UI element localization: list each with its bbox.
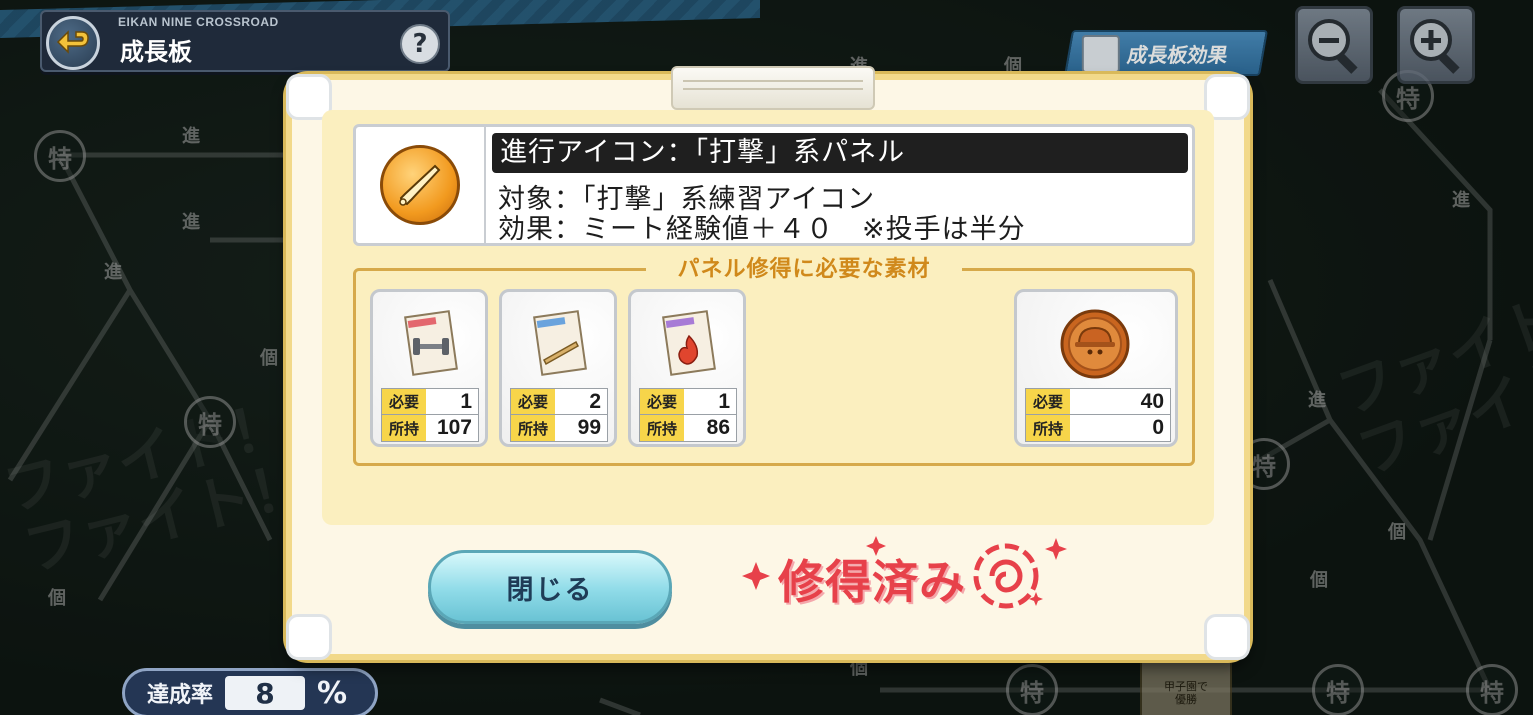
achievement-rate-unit: %: [317, 675, 348, 711]
material-card[interactable]: 必要 1 所持 86: [628, 289, 746, 447]
achievement-rate-label: 達成率: [147, 683, 214, 708]
training-fire-icon: [662, 310, 716, 376]
required-label: 必要: [640, 389, 684, 414]
page-title: 成長板: [120, 38, 192, 66]
zoom-in-button[interactable]: [1397, 6, 1475, 84]
header-bar: EIKAN NINE CROSSROAD 成長板 ?: [40, 10, 450, 72]
close-button[interactable]: 閉じる: [428, 550, 672, 624]
bat-shape-icon: [399, 164, 441, 206]
material-card[interactable]: 必要 2 所持 99: [499, 289, 617, 447]
owned-count: 0: [1070, 415, 1170, 441]
required-count: 1: [426, 389, 478, 414]
training-dumbbell-icon: [404, 310, 458, 376]
material-count-table: 必要 1 所持 86: [639, 388, 737, 442]
acquired-status-text: 修得済み: [778, 555, 966, 609]
panel-effect-text: 効果：ミート経験値＋４０ ※投手は半分: [498, 214, 1026, 245]
owned-label: 所持: [511, 415, 555, 441]
materials-heading: パネル修得に必要な素材: [646, 251, 962, 283]
header-subtitle: EIKAN NINE CROSSROAD: [118, 15, 279, 29]
owned-label: 所持: [640, 415, 684, 441]
help-button[interactable]: ?: [400, 24, 440, 64]
owned-count: 107: [426, 415, 478, 441]
training-bat-icon: [533, 310, 587, 376]
panel-icon-cell: [356, 127, 486, 243]
achievement-rate: 達成率 8 %: [122, 668, 378, 715]
materials-section: パネル修得に必要な素材 必要 1 所持 107 必要 2 所持 99 必要 1 …: [353, 251, 1195, 466]
back-button[interactable]: [46, 16, 100, 70]
material-card[interactable]: 必要 1 所持 107: [370, 289, 488, 447]
dialog-corner: [1204, 614, 1250, 660]
material-card[interactable]: 必要 40 所持 0: [1014, 289, 1178, 447]
panel-detail-dialog: 進行アイコン：「打撃」系パネル 対象：「打撃」系練習アイコン 効果：ミート経験値…: [286, 66, 1250, 660]
owned-count: 86: [684, 415, 736, 441]
panel-info-box: 進行アイコン：「打撃」系パネル 対象：「打撃」系練習アイコン 効果：ミート経験値…: [353, 124, 1195, 246]
required-count: 1: [684, 389, 736, 414]
required-label: 必要: [511, 389, 555, 414]
effect-button-label: 成長板効果: [1125, 42, 1230, 67]
clipboard-clip: [671, 66, 875, 110]
growth-board-effect-button[interactable]: 成長板効果: [1063, 30, 1269, 76]
panel-title: 進行アイコン：「打撃」系パネル: [492, 133, 1188, 173]
bat-icon: [380, 145, 460, 225]
material-count-table: 必要 1 所持 107: [381, 388, 479, 442]
zoom-out-icon: [1308, 19, 1358, 74]
material-count-table: 必要 40 所持 0: [1025, 388, 1171, 442]
required-count: 2: [555, 389, 607, 414]
required-count: 40: [1070, 389, 1170, 414]
dialog-corner: [286, 614, 332, 660]
material-count-table: 必要 2 所持 99: [510, 388, 608, 442]
back-arrow-icon: [56, 30, 89, 54]
owned-count: 99: [555, 415, 607, 441]
document-icon: [1081, 35, 1120, 73]
owned-label: 所持: [1026, 415, 1070, 441]
owned-label: 所持: [382, 415, 426, 441]
required-label: 必要: [1026, 389, 1070, 414]
acquired-stamp: 修得済み: [742, 532, 1072, 628]
question-mark-icon: ?: [412, 29, 428, 59]
zoom-in-icon: [1410, 19, 1460, 74]
required-label: 必要: [382, 389, 426, 414]
zoom-out-button[interactable]: [1295, 6, 1373, 84]
coin-icon: [1060, 309, 1130, 379]
achievement-rate-value: 8: [225, 676, 306, 710]
